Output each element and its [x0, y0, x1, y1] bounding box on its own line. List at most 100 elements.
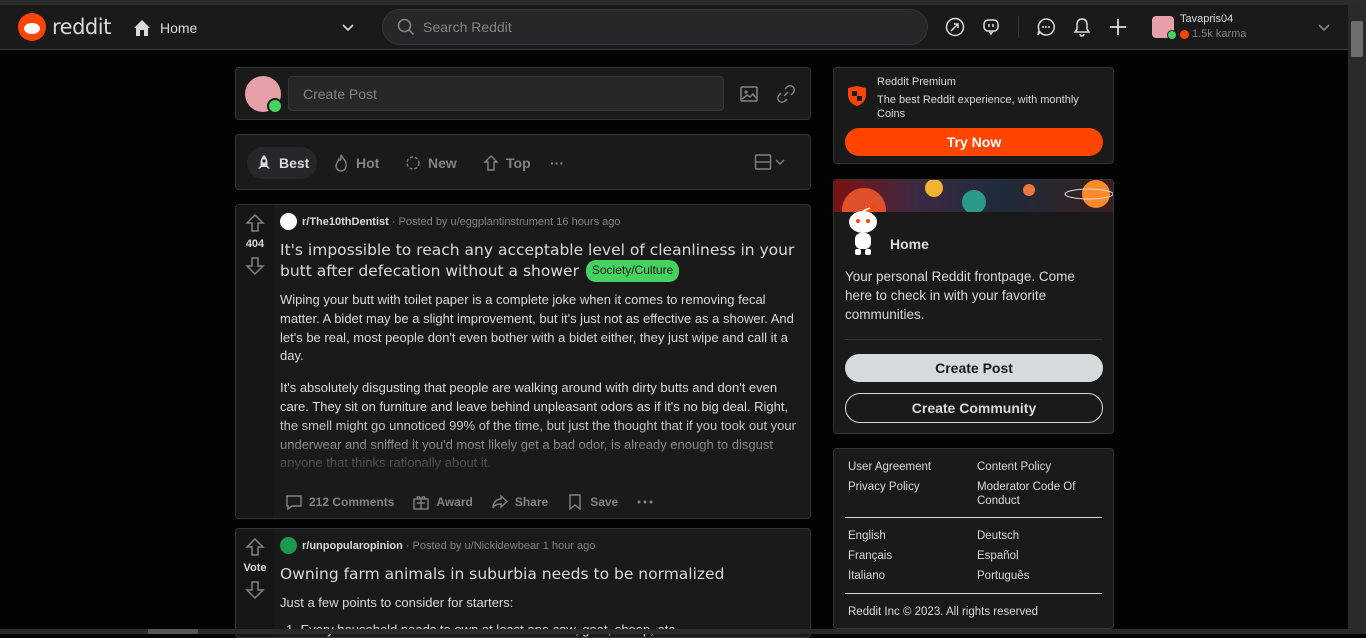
home-icon — [134, 19, 150, 36]
feed-dropdown[interactable]: Home — [128, 12, 362, 43]
home-card: Home Your personal Reddit frontpage. Com… — [833, 179, 1114, 434]
post-paragraph: Just a few points to consider for starte… — [280, 595, 514, 610]
top-nav: reddit Home Tavapris04 1.5k karma — [0, 5, 1348, 50]
karma-icon — [1180, 30, 1189, 39]
downvote-arrow-icon[interactable] — [245, 256, 265, 276]
rocket-icon — [258, 155, 270, 169]
body-fade — [274, 419, 810, 471]
upvote-arrow-icon[interactable] — [245, 213, 265, 233]
scrollbar-thumb[interactable] — [148, 629, 198, 634]
snoo-mascot-icon — [849, 205, 877, 255]
create-community-button[interactable]: Create Community — [845, 393, 1103, 423]
copyright: Reddit Inc © 2023. All rights reserved — [848, 606, 1039, 618]
search-input[interactable] — [423, 19, 903, 35]
scrollbar-thumb[interactable] — [1351, 21, 1363, 57]
horizontal-scrollbar[interactable] — [0, 629, 1348, 634]
link-icon[interactable] — [776, 84, 796, 104]
privacy-policy-link[interactable]: Privacy Policy — [848, 480, 920, 494]
sort-top-button[interactable]: Top — [474, 147, 539, 179]
post-card[interactable]: 404 r/The10thDentist · Posted by u/eggpl… — [235, 204, 811, 519]
chat-icon[interactable] — [1035, 15, 1057, 39]
try-now-button[interactable]: Try Now — [845, 128, 1103, 156]
image-upload-icon[interactable] — [739, 84, 759, 104]
downvote-arrow-icon[interactable] — [245, 580, 265, 600]
popular-icon[interactable] — [944, 15, 966, 39]
user-menu[interactable]: Tavapris04 1.5k karma — [1152, 11, 1334, 43]
vote-score: Vote — [243, 562, 267, 574]
comments-count: 212 Comments — [309, 495, 395, 509]
post-title[interactable]: It's impossible to reach any acceptable … — [280, 241, 806, 282]
sort-new-button[interactable]: New — [396, 147, 465, 179]
language-portugues[interactable]: Português — [977, 569, 1107, 583]
avatar[interactable] — [245, 76, 283, 114]
chevron-down-icon — [342, 24, 354, 32]
sort-more-button[interactable]: ··· — [542, 147, 572, 179]
chevron-down-icon — [775, 159, 785, 165]
more-options-button[interactable] — [631, 489, 659, 515]
sort-bar: Best Hot New Top ··· — [235, 134, 811, 190]
post-meta: · Posted by u/eggplantinstrument 16 hour… — [391, 215, 621, 228]
vote-column: 404 — [236, 205, 274, 518]
sort-best-label: Best — [279, 155, 310, 171]
post-flair[interactable]: Society/Culture — [585, 260, 680, 282]
language-espanol[interactable]: Español — [977, 549, 1107, 563]
post-title[interactable]: Owning farm animals in suburbia needs to… — [280, 565, 806, 584]
subreddit-icon[interactable] — [280, 213, 297, 230]
premium-description: The best Reddit experience, with monthly… — [877, 94, 1079, 120]
create-post-input[interactable] — [288, 76, 724, 111]
reddit-logo[interactable]: reddit — [18, 13, 111, 41]
sort-best-button[interactable]: Best — [247, 147, 318, 179]
language-francais[interactable]: Français — [848, 549, 892, 563]
share-icon — [492, 494, 508, 509]
save-label: Save — [590, 495, 619, 509]
username: Tavapris04 — [1180, 13, 1234, 25]
award-button[interactable]: Award — [407, 489, 477, 515]
share-label: Share — [514, 495, 549, 509]
vertical-scrollbar[interactable] — [1348, 5, 1366, 634]
post-title-text[interactable]: Owning farm animals in suburbia needs to… — [280, 565, 724, 583]
more-dots-icon — [637, 500, 653, 504]
divider — [845, 517, 1102, 518]
award-label: Award — [436, 495, 473, 509]
home-card-description: Your personal Reddit frontpage. Come her… — [845, 269, 1075, 322]
feed-label: Home — [160, 19, 198, 36]
save-button[interactable]: Save — [561, 489, 623, 515]
card-view-icon — [754, 154, 772, 170]
coins-icon[interactable] — [980, 15, 1002, 39]
language-deutsch[interactable]: Deutsch — [977, 529, 1107, 543]
premium-shield-icon — [848, 86, 866, 106]
search-bar[interactable] — [382, 9, 928, 45]
create-post-button[interactable]: Create Post — [845, 354, 1103, 382]
subreddit-link[interactable]: r/unpopularopinion — [302, 540, 403, 552]
sort-top-label: Top — [506, 155, 531, 171]
moderator-code-link[interactable]: Moderator Code Of Conduct — [977, 480, 1107, 508]
footer-card: User Agreement Privacy Policy Content Po… — [833, 448, 1114, 629]
divider — [845, 339, 1102, 340]
language-italiano[interactable]: Italiano — [848, 569, 885, 583]
notification-bell-icon[interactable] — [1071, 15, 1093, 39]
divider — [845, 593, 1102, 594]
share-button[interactable]: Share — [486, 489, 553, 515]
flame-icon — [335, 154, 347, 172]
sparkle-icon — [406, 156, 420, 170]
comment-icon — [286, 495, 302, 511]
post-card[interactable]: Vote r/unpopularopinion · Posted by u/Ni… — [235, 528, 811, 638]
create-post-card — [235, 67, 811, 120]
logo-text: reddit — [52, 15, 111, 39]
view-toggle-button[interactable] — [754, 153, 786, 171]
upvote-arrow-icon[interactable] — [245, 537, 265, 557]
user-agreement-link[interactable]: User Agreement — [848, 460, 931, 474]
snoo-logo-icon — [18, 13, 46, 41]
create-plus-icon[interactable] — [1107, 15, 1129, 39]
sort-new-label: New — [428, 155, 457, 171]
post-title-text[interactable]: It's impossible to reach any acceptable … — [280, 241, 794, 280]
search-icon — [397, 18, 415, 36]
subreddit-link[interactable]: r/The10thDentist — [302, 216, 389, 228]
content-policy-link[interactable]: Content Policy — [977, 460, 1107, 474]
vote-score: 404 — [245, 238, 265, 250]
subreddit-icon[interactable] — [280, 537, 297, 554]
bookmark-icon — [569, 494, 581, 511]
language-english[interactable]: English — [848, 529, 886, 543]
sort-hot-button[interactable]: Hot — [324, 147, 387, 179]
comments-button[interactable]: 212 Comments — [280, 489, 399, 515]
